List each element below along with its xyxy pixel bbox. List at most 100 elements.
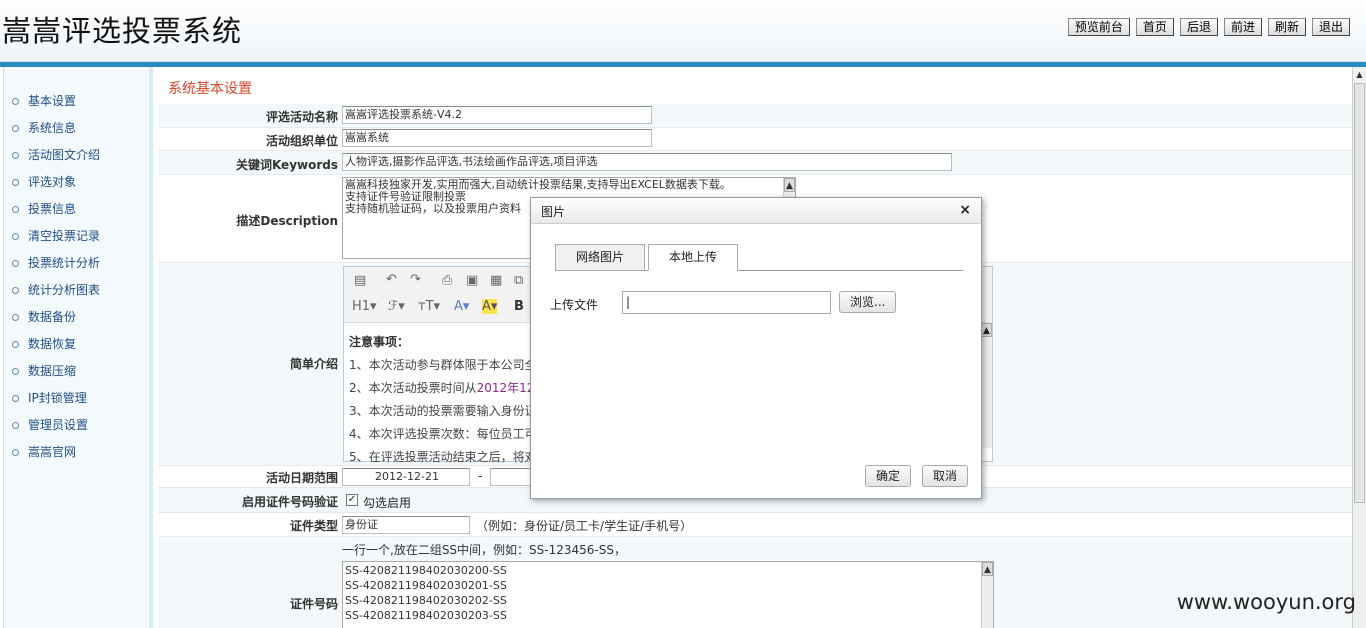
- forward-button[interactable]: 前进: [1223, 18, 1262, 36]
- bullet-icon: [12, 233, 19, 240]
- preview-frontend-button[interactable]: 预览前台: [1067, 18, 1130, 36]
- row-keywords: 关键词Keywords 人物评选,摄影作品评选,书法绘画作品评选,项目评选: [158, 151, 1352, 175]
- keywords-label: 关键词Keywords: [235, 158, 338, 172]
- logout-button[interactable]: 退出: [1311, 18, 1350, 36]
- bullet-icon: [12, 98, 19, 105]
- ok-button[interactable]: 确定: [865, 465, 912, 487]
- activity-name-label: 评选活动名称: [265, 110, 338, 124]
- sidebar-item-ip-block[interactable]: IP封锁管理: [4, 388, 149, 415]
- id-numbers-label: 证件号码: [289, 597, 338, 611]
- bullet-icon: [12, 449, 19, 456]
- bullet-icon: [12, 152, 19, 159]
- intro-line-text: 2、本次活动投票时间从: [349, 381, 477, 395]
- id-numbers-textarea[interactable]: SS-420821198402030200-SS SS-420821198402…: [342, 561, 994, 628]
- dialog-header: 图片 ×: [531, 198, 981, 224]
- bullet-icon: [12, 422, 19, 429]
- date-range-label: 活动日期范围: [265, 471, 338, 485]
- font-size-icon[interactable]: тT▾: [418, 299, 440, 314]
- sidebar-item-admin-settings[interactable]: 管理员设置: [4, 415, 149, 442]
- id-number-line: SS-420821198402030202-SS: [345, 594, 507, 607]
- preview-icon[interactable]: ⎙: [442, 273, 452, 288]
- sidebar-item-compress[interactable]: 数据压缩: [4, 361, 149, 388]
- upload-file-label: 上传文件: [550, 298, 599, 312]
- back-button[interactable]: 后退: [1179, 18, 1218, 36]
- verify-label: 启用证件号码验证: [241, 495, 338, 509]
- bullet-icon: [12, 206, 19, 213]
- code-icon[interactable]: ⧉: [514, 273, 523, 288]
- page-scroll-thumb[interactable]: [1354, 83, 1365, 503]
- bullet-icon: [12, 260, 19, 267]
- id-type-label: 证件类型: [289, 519, 338, 533]
- dialog-tabs: 网络图片 本地上传: [555, 244, 963, 271]
- id-type-hint: （例如：身份证/员工卡/学生证/手机号）: [476, 519, 693, 533]
- organizer-label: 活动组织单位: [265, 134, 338, 148]
- scroll-up-icon[interactable]: ▲: [982, 562, 993, 576]
- intro-label: 简单介绍: [289, 357, 338, 371]
- keywords-input[interactable]: 人物评选,摄影作品评选,书法绘画作品评选,项目评选: [342, 153, 952, 171]
- dialog-title: 图片: [541, 205, 566, 219]
- source-icon[interactable]: ▤: [354, 273, 366, 288]
- app-title: 嵩嵩评选投票系统: [2, 14, 243, 48]
- id-type-input[interactable]: 身份证: [342, 516, 470, 534]
- bold-icon[interactable]: B: [514, 299, 524, 314]
- sidebar-item-basic-settings[interactable]: 基本设置: [4, 91, 149, 118]
- sidebar-item-official-site[interactable]: 嵩嵩官网: [4, 442, 149, 469]
- font-family-icon[interactable]: ℱ▾: [388, 299, 405, 314]
- row-activity-name: 评选活动名称 嵩嵩评选投票系统-V4.2: [158, 104, 1352, 128]
- sidebar-item-clear-votes[interactable]: 清空投票记录: [4, 226, 149, 253]
- cancel-button[interactable]: 取消: [922, 465, 969, 487]
- browse-button[interactable]: 浏览...: [839, 291, 897, 313]
- bullet-icon: [12, 125, 19, 132]
- intro-date-highlight: 2012年12: [476, 381, 535, 395]
- scroll-up-icon[interactable]: ▲: [981, 323, 992, 337]
- sidebar-item-stats-chart[interactable]: 统计分析图表: [4, 280, 149, 307]
- highlight-icon[interactable]: A▾: [482, 299, 498, 314]
- refresh-button[interactable]: 刷新: [1267, 18, 1306, 36]
- undo-icon[interactable]: ↶: [386, 272, 397, 287]
- heading-icon[interactable]: H1▾: [352, 299, 377, 314]
- scroll-up-icon[interactable]: ▲: [784, 178, 795, 192]
- tab-web-image[interactable]: 网络图片: [555, 244, 646, 271]
- image-dialog: 图片 × 网络图片 本地上传 上传文件 | 浏览... 确定 取消: [530, 197, 982, 499]
- bullet-icon: [12, 314, 19, 321]
- template-icon[interactable]: ▦: [490, 273, 502, 288]
- sidebar-item-vote-stats[interactable]: 投票统计分析: [4, 253, 149, 280]
- id-numbers-hint: 一行一个,放在二组SS中间，例如：SS-123456-SS，: [342, 543, 626, 557]
- upload-file-input[interactable]: |: [622, 291, 831, 314]
- tab-local-upload[interactable]: 本地上传: [648, 244, 739, 271]
- row-organizer: 活动组织单位 嵩嵩系统: [158, 128, 1352, 151]
- verify-checkbox[interactable]: ✓: [346, 494, 358, 506]
- start-date-input[interactable]: 2012-12-21: [342, 468, 470, 486]
- sidebar-item-backup[interactable]: 数据备份: [4, 307, 149, 334]
- description-label: 描述Description: [236, 214, 338, 228]
- font-color-icon[interactable]: A▾: [454, 299, 469, 314]
- sidebar: 基本设置 系统信息 活动图文介绍 评选对象 投票信息 清空投票记录 投票统计分析…: [3, 67, 153, 628]
- id-number-line: SS-420821198402030200-SS: [345, 564, 507, 577]
- close-icon[interactable]: ×: [959, 202, 971, 218]
- home-button[interactable]: 首页: [1135, 18, 1174, 36]
- id-number-line: SS-420821198402030201-SS: [345, 579, 507, 592]
- print-icon[interactable]: ▣: [466, 273, 478, 288]
- id-number-line: SS-420821198402030203-SS: [345, 609, 507, 622]
- sidebar-item-vote-info[interactable]: 投票信息: [4, 199, 149, 226]
- row-id-type: 证件类型 身份证 （例如：身份证/员工卡/学生证/手机号）: [158, 513, 1352, 537]
- verify-checkbox-label: 勾选启用: [363, 496, 412, 510]
- header-bar: 嵩嵩评选投票系统 预览前台 首页 后退 前进 刷新 退出: [0, 0, 1366, 62]
- bullet-icon: [12, 287, 19, 294]
- sidebar-item-restore[interactable]: 数据恢复: [4, 334, 149, 361]
- redo-icon[interactable]: ↷: [410, 272, 421, 287]
- scroll-up-icon[interactable]: ▲: [1354, 69, 1365, 81]
- row-id-numbers: 一行一个,放在二组SS中间，例如：SS-123456-SS， 证件号码 SS-4…: [158, 537, 1352, 628]
- bullet-icon: [12, 395, 19, 402]
- sidebar-item-candidates[interactable]: 评选对象: [4, 172, 149, 199]
- top-nav: 预览前台 首页 后退 前进 刷新 退出: [1067, 18, 1350, 36]
- watermark: www.wooyun.org: [1176, 590, 1356, 614]
- page-scrollbar[interactable]: ▲: [1352, 67, 1366, 628]
- activity-name-input[interactable]: 嵩嵩评选投票系统-V4.2: [342, 106, 652, 124]
- section-title: 系统基本设置: [168, 81, 252, 97]
- bullet-icon: [12, 341, 19, 348]
- organizer-input[interactable]: 嵩嵩系统: [342, 129, 652, 147]
- id-numbers-scrollbar[interactable]: ▲: [981, 562, 993, 628]
- sidebar-item-system-info[interactable]: 系统信息: [4, 118, 149, 145]
- sidebar-item-activity-intro[interactable]: 活动图文介绍: [4, 145, 149, 172]
